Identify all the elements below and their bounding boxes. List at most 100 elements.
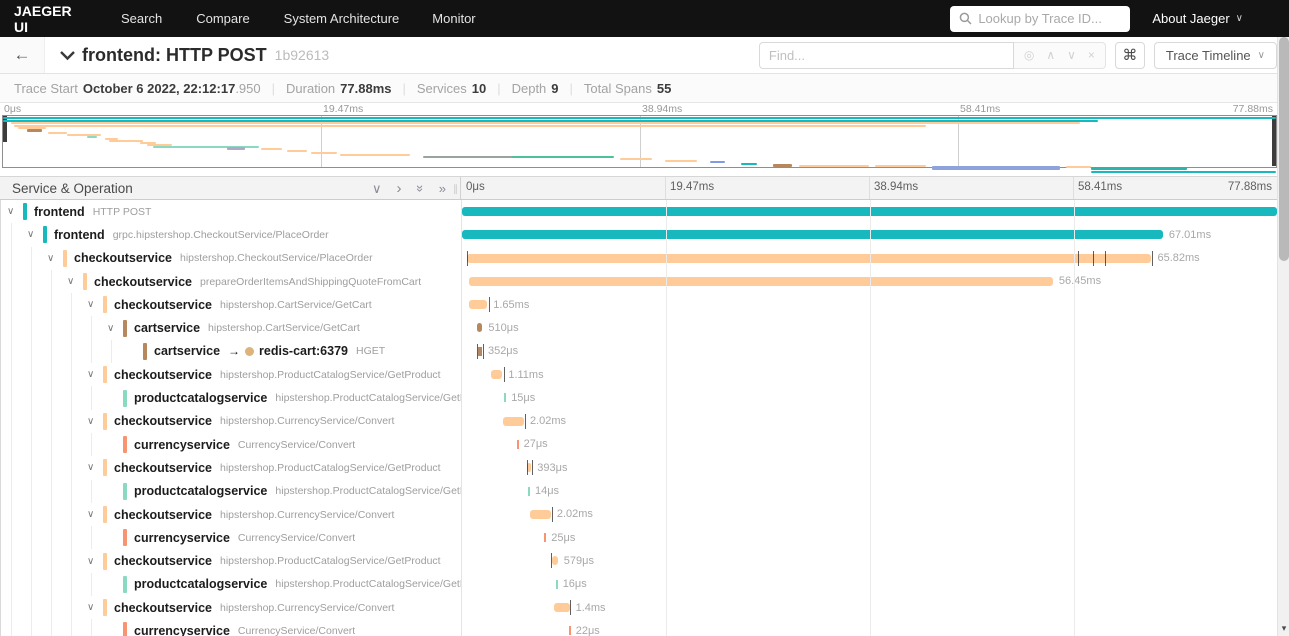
trace-span-row[interactable]: ∨ frontend HTTP POST: [1, 200, 1277, 224]
span-tree-cell[interactable]: ∨ checkoutservice hipstershop.CurrencyServ…: [1, 502, 462, 527]
span-tree-cell[interactable]: ∨ frontend HTTP POST: [1, 200, 462, 224]
expand-chevron-icon[interactable]: ∨: [87, 556, 103, 567]
trace-span-row[interactable]: ∨ checkoutservice hipstershop.ProductCatal…: [1, 363, 1277, 387]
tree-indent-guide: [51, 293, 52, 317]
trace-span-row[interactable]: ∨ checkoutservice hipstershop.CurrencyServ…: [1, 409, 1277, 433]
trace-span-row[interactable]: productcatalogservice hipstershop.Product…: [1, 386, 1277, 410]
span-tree-cell[interactable]: ∨ checkoutservice hipstershop.CurrencyServ…: [1, 596, 462, 620]
span-duration-bar[interactable]: [528, 486, 530, 496]
nav-item-compare[interactable]: Compare: [179, 11, 266, 26]
trace-span-row[interactable]: ∨ checkoutservice hipstershop.CheckoutServ…: [1, 246, 1277, 270]
trace-span-row[interactable]: cartservice → redis-cart:6379 HGET 352μs: [1, 339, 1277, 364]
span-tree-cell[interactable]: productcatalogservice hipstershop.Product…: [1, 386, 462, 410]
span-duration-bar[interactable]: [555, 579, 558, 589]
service-color-bar: [103, 459, 107, 477]
span-tree-cell[interactable]: ∨ cartservice hipstershop.CartService/GetC…: [1, 316, 462, 340]
nav-item-system-architecture[interactable]: System Architecture: [267, 11, 416, 26]
trace-span-row[interactable]: ∨ checkoutservice prepareOrderItemsAndShip…: [1, 269, 1277, 294]
app-logo[interactable]: JAEGER UI: [0, 3, 104, 35]
trace-overview-minimap[interactable]: [2, 115, 1277, 173]
expand-chevron-icon[interactable]: ∨: [87, 369, 103, 380]
column-resizer-grip[interactable]: ∥: [453, 184, 458, 195]
tree-indent-guide: [51, 479, 52, 503]
span-duration-bar[interactable]: [527, 463, 532, 473]
nav-item-monitor[interactable]: Monitor: [415, 11, 492, 26]
next-match-icon[interactable]: ∨: [1067, 48, 1076, 62]
collapse-one-icon[interactable]: ∨: [372, 182, 382, 195]
span-duration-bar[interactable]: [478, 346, 482, 356]
expand-one-icon[interactable]: ›: [397, 181, 402, 196]
span-tree-cell[interactable]: ∨ checkoutservice hipstershop.CheckoutServ…: [1, 246, 462, 270]
span-tree-cell[interactable]: cartservice → redis-cart:6379 HGET: [1, 339, 462, 364]
trace-span-row[interactable]: ∨ checkoutservice hipstershop.CurrencyServ…: [1, 596, 1277, 620]
service-name: checkoutservice: [94, 274, 192, 289]
span-duration-bar[interactable]: [462, 230, 1163, 240]
trace-lookup-input[interactable]: Lookup by Trace ID...: [950, 5, 1131, 32]
span-duration-bar[interactable]: [554, 603, 570, 613]
expand-chevron-icon[interactable]: ∨: [67, 276, 83, 287]
range-handle-right[interactable]: [1272, 116, 1276, 166]
span-duration-bar[interactable]: [544, 533, 547, 543]
trace-span-row[interactable]: currencyservice CurrencyService/Convert 27…: [1, 432, 1277, 457]
expand-chevron-icon[interactable]: ∨: [47, 253, 63, 264]
span-duration-bar[interactable]: [469, 300, 488, 310]
span-duration-bar[interactable]: [477, 323, 483, 333]
expand-chevron-icon[interactable]: ∨: [87, 509, 103, 520]
scrollbar-thumb[interactable]: [1279, 37, 1289, 261]
expand-chevron-icon[interactable]: ∨: [87, 602, 103, 613]
span-tree-cell[interactable]: currencyservice CurrencyService/Convert: [1, 432, 462, 457]
span-tree-cell[interactable]: ∨ checkoutservice prepareOrderItemsAndShip…: [1, 269, 462, 294]
collapse-trace-detail-toggle[interactable]: [59, 50, 76, 61]
nav-item-search[interactable]: Search: [104, 11, 179, 26]
trace-span-row[interactable]: ∨ checkoutservice hipstershop.CartService/…: [1, 293, 1277, 317]
trace-view-selector[interactable]: Trace Timeline ∨: [1153, 41, 1277, 69]
about-jaeger-menu[interactable]: About Jaeger ∨: [1152, 11, 1243, 26]
trace-span-row[interactable]: productcatalogservice hipstershop.Product…: [1, 479, 1277, 503]
span-tree-cell[interactable]: ∨ frontend grpc.hipstershop.CheckoutServic…: [1, 223, 462, 247]
back-button[interactable]: ←: [0, 37, 45, 73]
trace-span-row[interactable]: ∨ cartservice hipstershop.CartService/GetC…: [1, 316, 1277, 340]
span-duration-bar[interactable]: [490, 370, 503, 380]
span-tree-cell[interactable]: productcatalogservice hipstershop.Product…: [1, 572, 462, 597]
trace-span-row[interactable]: ∨ checkoutservice hipstershop.CurrencyServ…: [1, 502, 1277, 527]
span-tree-cell[interactable]: ∨ checkoutservice hipstershop.ProductCatal…: [1, 549, 462, 573]
span-tree-cell[interactable]: currencyservice CurrencyService/Convert: [1, 526, 462, 550]
span-tree-cell[interactable]: ∨ checkoutservice hipstershop.ProductCatal…: [1, 456, 462, 480]
span-duration-bar[interactable]: [529, 509, 551, 519]
trace-span-row[interactable]: currencyservice CurrencyService/Convert 22…: [1, 619, 1277, 636]
span-tree-cell[interactable]: currencyservice CurrencyService/Convert: [1, 619, 462, 636]
span-duration-bar[interactable]: [502, 416, 524, 426]
span-duration-bar[interactable]: [568, 626, 571, 636]
span-tree-cell[interactable]: ∨ checkoutservice hipstershop.CurrencyServ…: [1, 409, 462, 433]
minimap-span-segment: [340, 153, 411, 156]
span-duration-bar[interactable]: [466, 253, 1152, 263]
operation-name: hipstershop.ProductCatalogService/GetPro…: [219, 461, 441, 474]
span-duration-bar[interactable]: [516, 439, 519, 449]
find-input[interactable]: [758, 41, 1014, 69]
expand-chevron-icon[interactable]: ∨: [27, 229, 43, 240]
trace-span-row[interactable]: ∨ checkoutservice hipstershop.ProductCatal…: [1, 456, 1277, 480]
span-duration-bar[interactable]: [469, 276, 1053, 286]
vertical-scrollbar[interactable]: ▾: [1277, 37, 1289, 636]
clear-search-icon[interactable]: ×: [1088, 48, 1095, 62]
trace-span-row[interactable]: productcatalogservice hipstershop.Product…: [1, 572, 1277, 597]
trace-span-row[interactable]: currencyservice CurrencyService/Convert 25…: [1, 526, 1277, 550]
keyboard-shortcuts-button[interactable]: ⌘: [1114, 41, 1145, 69]
scrollbar-down-arrow[interactable]: ▾: [1278, 623, 1289, 634]
span-tree-cell[interactable]: productcatalogservice hipstershop.Product…: [1, 479, 462, 503]
span-duration-bar[interactable]: [503, 393, 506, 403]
trace-span-row[interactable]: ∨ checkoutservice hipstershop.ProductCatal…: [1, 549, 1277, 573]
expand-chevron-icon[interactable]: ∨: [107, 323, 123, 334]
expand-chevron-icon[interactable]: ∨: [7, 206, 23, 217]
expand-all-icon[interactable]: »: [439, 182, 446, 195]
span-duration-bar[interactable]: [551, 556, 558, 566]
span-tree-cell[interactable]: ∨ checkoutservice hipstershop.ProductCatal…: [1, 363, 462, 387]
focus-match-icon[interactable]: ◎: [1024, 48, 1034, 62]
expand-chevron-icon[interactable]: ∨: [87, 462, 103, 473]
collapse-all-icon[interactable]: »: [413, 184, 428, 191]
prev-match-icon[interactable]: ∧: [1046, 48, 1055, 62]
expand-chevron-icon[interactable]: ∨: [87, 416, 103, 427]
expand-chevron-icon[interactable]: ∨: [87, 299, 103, 310]
span-tree-cell[interactable]: ∨ checkoutservice hipstershop.CartService/…: [1, 293, 462, 317]
trace-span-row[interactable]: ∨ frontend grpc.hipstershop.CheckoutServic…: [1, 223, 1277, 247]
